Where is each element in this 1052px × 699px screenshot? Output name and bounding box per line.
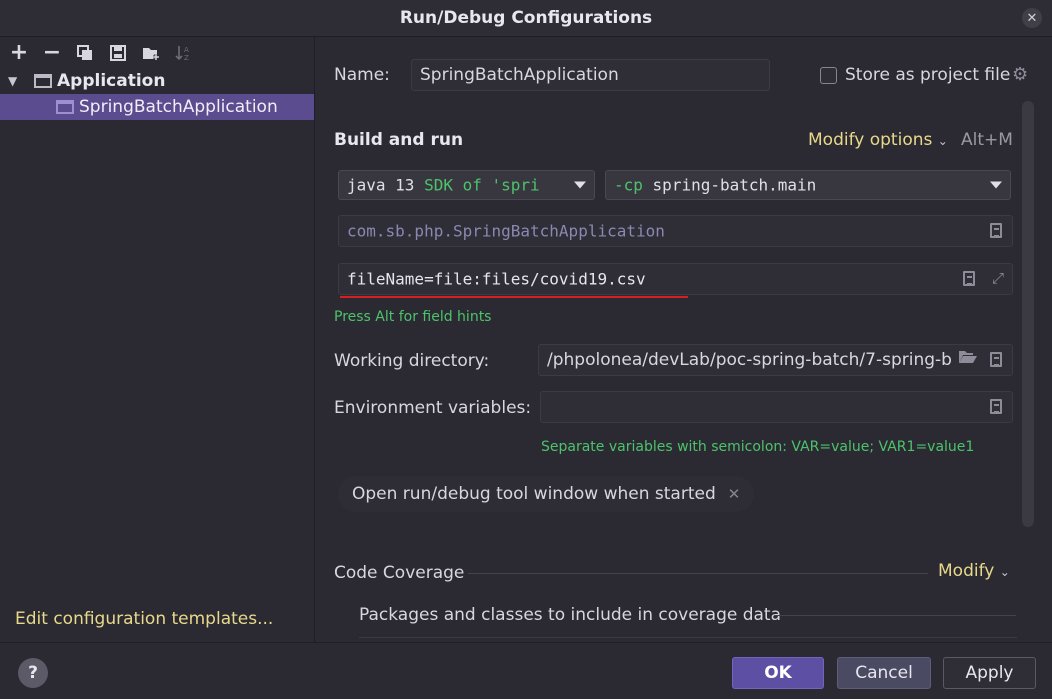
working-directory-label: Working directory: — [334, 351, 490, 371]
main-class-input[interactable]: com.sb.php.SpringBatchApplication — [338, 215, 1013, 247]
name-input[interactable]: SpringBatchApplication — [411, 59, 770, 91]
divider — [774, 615, 1016, 616]
dialog-button-bar: ? OK Cancel Apply — [0, 642, 1052, 699]
ok-button[interactable]: OK — [732, 657, 824, 689]
application-icon — [34, 74, 52, 88]
modify-options-shortcut: Alt+M — [961, 130, 1013, 150]
svg-text:Z: Z — [184, 54, 189, 62]
modify-coverage-link[interactable]: Modify ⌄ — [938, 561, 1010, 581]
program-arguments-input[interactable]: fileName=file:files/covid19.csv ⤢ — [338, 263, 1013, 295]
sidebar-toolbar: + − AZ — [0, 37, 314, 68]
jdk-dropdown[interactable]: java 13 SDK of 'spri — [338, 170, 595, 200]
window-title: Run/Debug Configurations — [399, 8, 653, 28]
modify-options-label: Modify options — [808, 130, 933, 150]
divider — [468, 573, 928, 574]
modify-options-link[interactable]: Modify options ⌄ — [808, 130, 948, 150]
chevron-down-icon: ⌄ — [937, 134, 948, 148]
vertical-scrollbar[interactable] — [1022, 101, 1034, 527]
environment-variables-input[interactable] — [540, 391, 1013, 423]
save-icon[interactable] — [108, 43, 128, 63]
jdk-java-version: java 13 — [347, 175, 415, 195]
edit-configuration-templates-link[interactable]: Edit configuration templates... — [15, 609, 273, 629]
classpath-dropdown-value: -cp spring-batch.main — [614, 176, 816, 195]
apply-button[interactable]: Apply — [943, 657, 1036, 689]
environment-hint-text: Separate variables with semicolon: VAR=v… — [541, 439, 975, 455]
coverage-table-top-edge — [359, 637, 1017, 638]
store-as-project-checkbox[interactable] — [820, 67, 837, 84]
copy-icon[interactable] — [75, 43, 95, 63]
remove-icon[interactable]: − — [42, 40, 62, 65]
name-input-value: SpringBatchApplication — [420, 65, 619, 85]
working-directory-input[interactable]: /phpolonea/devLab/poc-spring-batch/7-spr… — [538, 344, 1013, 376]
document-icon[interactable] — [990, 399, 1002, 414]
svg-text:A: A — [184, 46, 189, 54]
application-icon — [56, 100, 74, 114]
working-directory-value: /phpolonea/devLab/poc-spring-batch/7-spr… — [547, 350, 952, 370]
build-and-run-title: Build and run — [334, 130, 464, 150]
cp-flag: -cp — [614, 175, 643, 195]
remove-option-icon[interactable]: ✕ — [728, 485, 741, 503]
chevron-down-icon[interactable]: ▼ — [8, 74, 24, 88]
chevron-down-icon — [574, 181, 586, 189]
open-tool-window-option-chip[interactable]: Open run/debug tool window when started … — [338, 476, 755, 512]
environment-variables-label: Environment variables: — [334, 398, 532, 418]
cancel-button[interactable]: Cancel — [837, 657, 931, 689]
store-as-project-label: Store as project file — [845, 65, 1011, 85]
tree-group-application[interactable]: ▼ Application — [0, 68, 314, 94]
new-folder-icon[interactable] — [141, 43, 161, 63]
cp-module: spring-batch.main — [652, 175, 817, 195]
underline-marker — [340, 296, 688, 298]
tree-item-springbatchapplication[interactable]: SpringBatchApplication — [0, 94, 314, 120]
sort-icon[interactable]: AZ — [174, 43, 194, 63]
tree-group-label: Application — [57, 71, 166, 91]
tree-item-label: SpringBatchApplication — [79, 97, 278, 117]
main-class-value: com.sb.php.SpringBatchApplication — [347, 221, 665, 241]
open-tool-window-label: Open run/debug tool window when started — [352, 484, 716, 504]
jdk-dropdown-value: java 13 SDK of 'spri — [347, 176, 540, 195]
packages-coverage-label: Packages and classes to include in cover… — [359, 605, 782, 625]
configurations-sidebar: + − AZ ▼ Application SpringBatchApplicat… — [0, 37, 315, 642]
configuration-form: Name: SpringBatchApplication Store as pr… — [316, 37, 1052, 642]
name-label: Name: — [334, 65, 390, 85]
add-icon[interactable]: + — [9, 40, 29, 65]
classpath-module-dropdown[interactable]: -cp spring-batch.main — [605, 170, 1011, 200]
close-icon[interactable]: ✕ — [1022, 8, 1042, 28]
field-hint-text: Press Alt for field hints — [334, 309, 492, 325]
code-coverage-title: Code Coverage — [334, 563, 465, 583]
help-button[interactable]: ? — [18, 658, 48, 688]
program-arguments-value: fileName=file:files/covid19.csv — [347, 269, 646, 289]
title-bar: Run/Debug Configurations ✕ — [0, 0, 1052, 37]
chevron-down-icon: ⌄ — [999, 565, 1010, 579]
folder-open-icon[interactable] — [958, 349, 978, 370]
document-icon[interactable] — [990, 223, 1002, 238]
jdk-sdk-name: SDK of 'spri — [424, 175, 540, 195]
chevron-down-icon — [990, 181, 1002, 189]
document-icon[interactable] — [990, 352, 1002, 367]
expand-icon[interactable]: ⤢ — [992, 269, 1004, 287]
gear-icon[interactable]: ⚙ — [1012, 64, 1028, 85]
modify-coverage-label: Modify — [938, 561, 995, 581]
document-icon[interactable] — [963, 271, 975, 286]
